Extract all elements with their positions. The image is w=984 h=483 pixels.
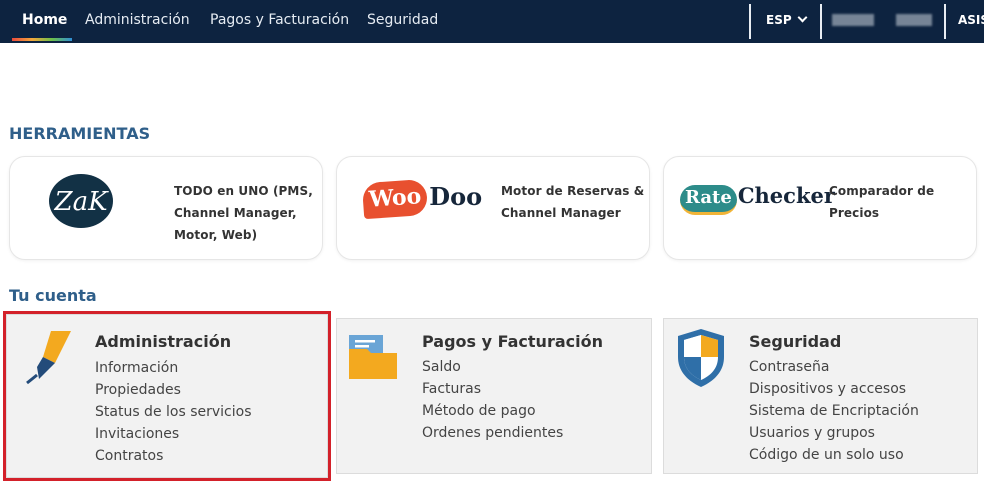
top-navbar: Home Administración Pagos y Facturación …	[0, 0, 984, 43]
link-dispositivos[interactable]: Dispositivos y accesos	[749, 378, 919, 400]
nav-divider	[820, 4, 822, 39]
link-facturas[interactable]: Facturas	[422, 378, 563, 400]
nav-seguridad[interactable]: Seguridad	[367, 0, 438, 43]
link-codigo-solo-uso[interactable]: Código de un solo uso	[749, 444, 919, 466]
account-card-pagos[interactable]: Pagos y Facturación Saldo Facturas Métod…	[336, 318, 652, 474]
link-status-servicios[interactable]: Status de los servicios	[95, 401, 252, 423]
ratechecker-logo: Rate Checker	[680, 183, 835, 223]
nav-administracion[interactable]: Administración	[85, 0, 190, 43]
tool-description: Comparador de Precios	[829, 184, 935, 220]
link-ordenes-pendientes[interactable]: Ordenes pendientes	[422, 422, 563, 444]
account-card-title: Seguridad	[749, 332, 842, 351]
section-title-tu-cuenta: Tu cuenta	[9, 286, 97, 305]
language-selector[interactable]: ESP	[766, 0, 808, 43]
account-card-title: Pagos y Facturación	[422, 332, 603, 351]
link-contratos[interactable]: Contratos	[95, 445, 252, 467]
link-informacion[interactable]: Información	[95, 357, 252, 379]
zak-logo-text: ZaK	[54, 187, 110, 217]
link-invitaciones[interactable]: Invitaciones	[95, 423, 252, 445]
link-saldo[interactable]: Saldo	[422, 356, 563, 378]
folder-icon	[349, 335, 397, 379]
section-title-herramientas: HERRAMIENTAS	[9, 124, 151, 143]
link-metodo-pago[interactable]: Método de pago	[422, 400, 563, 422]
nav-active-indicator	[12, 38, 72, 41]
account-links: Información Propiedades Status de los se…	[95, 357, 252, 467]
tool-card-ratechecker[interactable]: Rate Checker Comparador de Precios	[663, 156, 977, 260]
tool-card-zak[interactable]: ZaK TODO en UNO (PMS, Channel Manager, M…	[9, 156, 323, 260]
shield-icon	[678, 329, 724, 387]
tool-description: Motor de Reservas & Channel Manager	[501, 184, 645, 220]
account-card-administracion[interactable]: Administración Información Propiedades S…	[3, 311, 331, 481]
zak-logo: ZaK	[49, 174, 113, 228]
user-menu[interactable]: ASIS	[958, 0, 984, 43]
nav-home[interactable]: Home	[22, 0, 67, 43]
nav-pagos-facturacion[interactable]: Pagos y Facturación	[210, 0, 349, 43]
link-propiedades[interactable]: Propiedades	[95, 379, 252, 401]
account-links: Saldo Facturas Método de pago Ordenes pe…	[422, 356, 563, 444]
woodoo-logo: Woo Doo	[361, 178, 482, 221]
chevron-down-icon	[797, 12, 808, 23]
language-label: ESP	[766, 13, 792, 27]
link-usuarios-grupos[interactable]: Usuarios y grupos	[749, 422, 919, 444]
redacted-user-info	[832, 14, 874, 26]
link-contrasena[interactable]: Contraseña	[749, 356, 919, 378]
tool-description: TODO en UNO (PMS, Channel Manager, Motor…	[174, 184, 313, 242]
redacted-user-info	[896, 14, 932, 26]
link-encriptacion[interactable]: Sistema de Encriptación	[749, 400, 919, 422]
nav-divider	[749, 4, 751, 39]
tool-card-woodoo[interactable]: Woo Doo Motor de Reservas & Channel Manag…	[336, 156, 650, 260]
account-links: Contraseña Dispositivos y accesos Sistem…	[749, 356, 919, 466]
account-card-title: Administración	[95, 332, 232, 351]
fountain-pen-icon	[26, 331, 71, 385]
account-card-seguridad[interactable]: Seguridad Contraseña Dispositivos y acce…	[663, 318, 978, 474]
nav-divider	[944, 4, 946, 39]
